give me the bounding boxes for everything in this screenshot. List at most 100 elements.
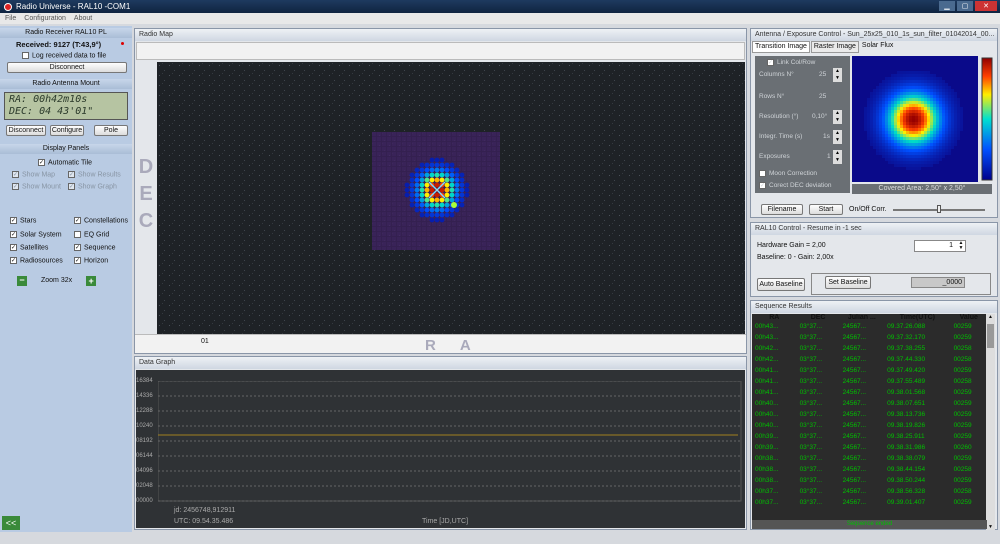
display-option-stars[interactable]: ✓ Stars <box>10 217 74 225</box>
display-option-sequence[interactable]: ✓ Sequence <box>74 244 134 251</box>
collapse-panel-button[interactable]: << <box>2 516 20 530</box>
heatmap-cell <box>891 140 894 143</box>
baseline-input[interactable]: _0000 <box>911 277 965 288</box>
set-baseline-button[interactable]: Set Baseline <box>825 276 871 289</box>
show-map-option[interactable]: ✓ Show Map <box>12 170 68 178</box>
minimize-button[interactable]: ▁ <box>939 1 955 11</box>
column-header[interactable]: DEC <box>797 314 840 321</box>
heatmap-cell <box>888 116 891 119</box>
table-row[interactable]: 00h37... 03°37... 24567... 09.39.01.407 0025… <box>752 497 987 508</box>
data-graph-window: Data Graph 16384 14336 12288 10240 08192 0614… <box>134 356 747 530</box>
display-option-radiosources[interactable]: ✓ Radiosources <box>10 257 74 265</box>
dec-correction-row[interactable]: ✓ Corect DEC deviation <box>755 177 850 190</box>
slider-thumb[interactable] <box>936 205 941 213</box>
show-mount-option[interactable]: ✓ Show Mount <box>12 183 68 190</box>
columns-stepper[interactable]: ▲ ▼ <box>833 68 842 83</box>
table-row[interactable]: 00h39... 03°37... 24567... 09.38.31.986 0026… <box>752 442 987 453</box>
table-row[interactable]: 00h43... 03°37... 24567... 09.37.26.088 0025… <box>752 321 987 332</box>
table-row[interactable]: 00h43... 03°37... 24567... 09.37.32.170 0025… <box>752 332 987 343</box>
mount-disconnect-button[interactable]: Disconnect <box>6 125 46 137</box>
configure-button[interactable]: Configure <box>50 125 84 137</box>
display-option-checkbox[interactable] <box>74 230 81 238</box>
menu-file[interactable]: File <box>5 15 16 22</box>
display-option-checkbox[interactable]: ✓ <box>74 244 81 252</box>
show-results-option[interactable]: ✓ Show Results <box>68 170 128 178</box>
table-row[interactable]: 00h38... 03°37... 24567... 09.38.50.244 0025… <box>752 475 987 486</box>
heatmap-cell <box>897 113 900 116</box>
maximize-button[interactable]: ▢ <box>957 1 973 11</box>
display-option-satellites[interactable]: ✓ Satellites <box>10 244 74 251</box>
auto-baseline-button[interactable]: Auto Baseline <box>757 278 805 291</box>
gain-stepper[interactable]: ▲ ▼ <box>957 241 965 251</box>
radio-map-canvas[interactable] <box>157 62 745 334</box>
display-option-checkbox[interactable]: ✓ <box>10 217 17 225</box>
heatmap-cell <box>921 149 924 152</box>
heatmap-cell <box>933 161 936 164</box>
tab-raster-image[interactable]: Raster Image <box>810 41 859 53</box>
resolution-stepper[interactable]: ▲ ▼ <box>833 110 842 125</box>
display-option-checkbox[interactable]: ✓ <box>10 257 17 265</box>
table-row[interactable]: 00h41... 03°37... 24567... 09.37.49.420 0025… <box>752 365 987 376</box>
display-option-checkbox[interactable]: ✓ <box>10 244 17 252</box>
exposures-stepper[interactable]: ▲ ▼ <box>833 150 842 165</box>
display-option-checkbox[interactable]: ✓ <box>10 230 17 238</box>
sequence-table[interactable]: RA DEC Julian ... Time(UTC) Value 00h43... 03… <box>752 314 987 520</box>
heatmap-cell <box>918 152 921 155</box>
table-cell: 00258 <box>953 378 972 385</box>
heatmap-dot <box>439 217 445 223</box>
heatmap-cell <box>894 107 897 110</box>
start-button[interactable]: Start <box>809 203 843 215</box>
display-option-checkbox[interactable]: ✓ <box>74 217 81 225</box>
table-row[interactable]: 00h39... 03°37... 24567... 09.38.25.911 0025… <box>752 431 987 442</box>
scrollbar-thumb[interactable] <box>987 324 994 348</box>
log-checkbox[interactable] <box>22 52 29 59</box>
tab-solar-flux[interactable]: Solar Flux <box>860 41 896 53</box>
display-option-checkbox[interactable]: ✓ <box>74 257 81 265</box>
display-option-solar-system[interactable]: ✓ Solar System <box>10 230 74 238</box>
heatmap-cell <box>906 158 909 161</box>
pole-button[interactable]: Pole <box>94 125 128 137</box>
table-row[interactable]: 00h40... 03°37... 24567... 09.38.13.736 0025… <box>752 409 987 420</box>
menu-about[interactable]: About <box>74 15 92 22</box>
table-row[interactable]: 00h38... 03°37... 24567... 09.38.44.154 0025… <box>752 464 987 475</box>
zoom-in-button[interactable]: + <box>86 275 97 286</box>
column-header[interactable]: RA <box>752 314 797 321</box>
table-row[interactable]: 00h42... 03°37... 24567... 09.37.38.255 0025… <box>752 343 987 354</box>
heatmap-cell <box>903 104 906 107</box>
heatmap-cell <box>954 128 957 131</box>
table-row[interactable]: 00h38... 03°37... 24567... 09.38.38.079 0025… <box>752 453 987 464</box>
onoff-slider[interactable] <box>892 205 987 213</box>
display-option-constellations[interactable]: ✓ Constellations <box>74 217 134 225</box>
heatmap-cell <box>882 80 885 83</box>
table-row[interactable]: 00h41... 03°37... 24567... 09.38.01.568 0025… <box>752 387 987 398</box>
sequence-scrollbar[interactable]: ▲ ▼ <box>986 314 995 530</box>
table-row[interactable]: 00h40... 03°37... 24567... 09.38.07.651 0025… <box>752 398 987 409</box>
heatmap-cell <box>942 155 945 158</box>
table-row[interactable]: 00h42... 03°37... 24567... 09.37.44.330 0025… <box>752 354 987 365</box>
heatmap-cell <box>879 98 882 101</box>
close-button[interactable]: ✕ <box>975 1 997 11</box>
column-header[interactable]: Time(UTC) <box>884 314 950 321</box>
display-option-horizon[interactable]: ✓ Horizon <box>74 257 134 265</box>
display-option-eq-grid[interactable]: EQ Grid <box>74 230 134 238</box>
heatmap-dot <box>444 192 450 198</box>
tab-transition-image[interactable]: Transition Image <box>752 41 810 53</box>
show-graph-option[interactable]: ✓ Show Graph <box>68 183 128 190</box>
heatmap-cell <box>918 110 921 113</box>
automatic-tile-checkbox[interactable]: ✓ <box>38 159 45 167</box>
table-row[interactable]: 00h41... 03°37... 24567... 09.37.55.489 0025… <box>752 376 987 387</box>
table-row[interactable]: 00h37... 03°37... 24567... 09.38.56.328 0025… <box>752 486 987 497</box>
column-header[interactable]: Value <box>951 314 987 321</box>
table-cell: 00259 <box>953 400 972 407</box>
filename-button[interactable]: Filename <box>761 203 803 215</box>
receiver-disconnect-button[interactable]: Disconnect <box>7 62 127 74</box>
column-header[interactable]: Julian ... <box>840 314 885 321</box>
moon-correction-row[interactable]: Moon Correction <box>755 168 850 177</box>
link-colrow-row[interactable]: ✓ Link Col/Row <box>755 56 850 66</box>
zoom-out-button[interactable]: − <box>17 275 27 286</box>
integration-time-stepper[interactable]: ▲ ▼ <box>833 130 842 145</box>
log-checkbox-row[interactable]: Log received data to file <box>0 49 132 59</box>
table-row[interactable]: 00h40... 03°37... 24567... 09.38.19.826 0025… <box>752 420 987 431</box>
menu-configuration[interactable]: Configuration <box>24 15 66 22</box>
automatic-tile-row[interactable]: ✓ Automatic Tile <box>0 154 132 167</box>
